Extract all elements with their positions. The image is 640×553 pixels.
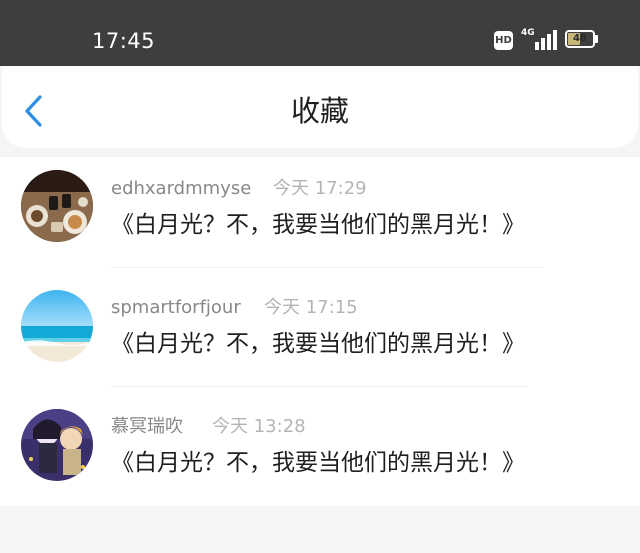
favorite-content[interactable]: 《白月光？不，我要当他们的黑月光！》	[111, 329, 525, 359]
signal-icon: 4G	[521, 28, 557, 50]
list-item[interactable]: edhxardmmyse 今天 17:29 《白月光？不，我要当他们的黑月光！》	[0, 157, 640, 276]
avatar[interactable]	[21, 409, 93, 481]
battery-icon: 48	[565, 30, 595, 48]
header: 收藏	[2, 66, 638, 148]
list-item[interactable]: spmartforfjour 今天 17:15 《白月光？不，我要当他们的黑月光…	[0, 276, 640, 395]
hd-badge: HD	[494, 31, 513, 50]
network-type: 4G	[521, 28, 535, 38]
username: 慕冥瑞吹	[111, 416, 183, 437]
page-title: 收藏	[290, 94, 349, 128]
list-item[interactable]: 慕冥瑞吹 今天 13:28 《白月光？不，我要当他们的黑月光！》	[0, 395, 640, 514]
divider	[111, 267, 543, 268]
divider	[111, 386, 528, 387]
username: spmartforfjour	[111, 297, 241, 318]
favorite-content[interactable]: 《白月光？不，我要当他们的黑月光！》	[111, 210, 525, 240]
timestamp: 今天 17:15	[264, 297, 358, 318]
status-time: 17:45	[92, 29, 156, 53]
battery-level: 48	[573, 33, 587, 44]
avatar[interactable]	[21, 290, 93, 362]
timestamp: 今天 17:29	[273, 178, 367, 199]
favorites-list: edhxardmmyse 今天 17:29 《白月光？不，我要当他们的黑月光！》	[0, 157, 640, 506]
status-bar: 17:45 HD 4G 48	[0, 0, 640, 66]
username: edhxardmmyse	[111, 178, 252, 199]
avatar[interactable]	[21, 170, 93, 242]
favorite-content[interactable]: 《白月光？不，我要当他们的黑月光！》	[111, 448, 525, 478]
timestamp: 今天 13:28	[212, 416, 306, 437]
